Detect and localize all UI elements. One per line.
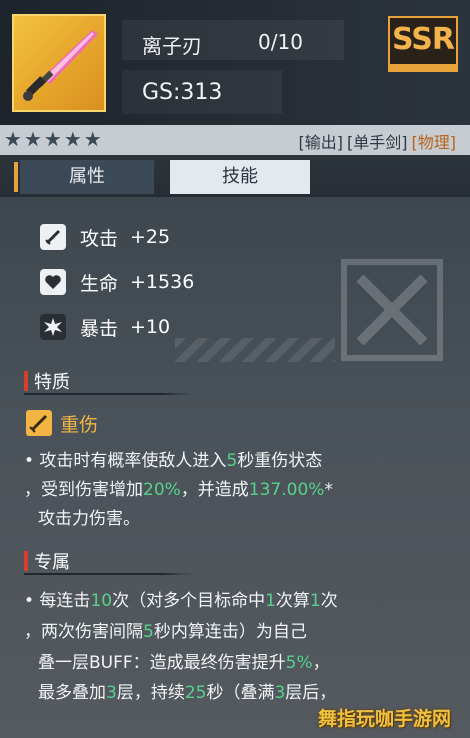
stat-crit: 暴击 +10 — [40, 312, 170, 342]
tab-skills[interactable]: 技能 — [170, 160, 310, 194]
star-icon: ★ — [43, 127, 62, 151]
item-portrait — [12, 14, 106, 112]
star-rating: ★ ★ ★ ★ ★ — [4, 128, 102, 150]
stat-value: +25 — [130, 226, 171, 248]
section-trait: 特质 — [24, 368, 194, 395]
tab-attributes[interactable]: 属性 — [20, 160, 154, 194]
item-name: 离子刃 — [142, 34, 202, 58]
burst-icon — [40, 314, 66, 340]
blade-icon — [23, 30, 98, 101]
tag-damage-type: [物理] — [411, 133, 457, 152]
star-icon: ★ — [23, 127, 42, 151]
exclusive-desc-line: 叠一层BUFF：造成最终伤害提升5%， — [38, 653, 330, 673]
section-exclusive: 专属 — [24, 548, 194, 575]
trait-name: 重伤 — [60, 414, 99, 436]
trait-desc-line: 攻击力伤害。 — [38, 509, 140, 529]
stat-value: +10 — [130, 316, 171, 338]
heart-icon — [40, 269, 66, 295]
exclusive-desc-line: • 每连击10次（对多个目标命中1次算1次 — [24, 591, 338, 611]
star-icon: ★ — [83, 127, 102, 151]
weapon-tags: [输出] [单手剑] [物理] — [299, 129, 457, 153]
emblem-watermark-icon — [341, 259, 443, 361]
stat-label: 暴击 — [80, 317, 119, 340]
trait-sword-icon — [26, 410, 52, 436]
trait-desc-line: ，受到伤害增加20%，并造成137.00%* — [24, 480, 333, 500]
star-icon: ★ — [63, 127, 82, 151]
tab-accent — [14, 162, 18, 192]
trait-desc-line: • 攻击时有概率使敌人进入5秒重伤状态 — [24, 451, 323, 471]
rarity-underline — [388, 66, 458, 72]
stat-label: 攻击 — [80, 227, 119, 250]
rarity-badge: SSR — [388, 16, 458, 66]
tag-weapon-type: [单手剑] — [347, 133, 408, 152]
stat-health: 生命 +1536 — [40, 267, 194, 297]
site-watermark: 舞指玩咖手游网 — [318, 708, 452, 730]
star-icon: ★ — [4, 127, 22, 151]
gear-score: GS:313 — [142, 80, 223, 105]
exclusive-desc-line: ，两次伤害间隔5秒内算连击）为自己 — [24, 622, 307, 642]
section-title: 专属 — [34, 552, 70, 573]
sword-icon — [40, 224, 66, 250]
section-title: 特质 — [34, 372, 70, 393]
rarity-label: SSR — [392, 22, 455, 57]
stat-label: 生命 — [80, 272, 119, 295]
stat-value: +1536 — [130, 271, 195, 293]
item-level: 0/10 — [258, 30, 303, 54]
stat-attack: 攻击 +25 — [40, 222, 170, 252]
tag-role: [输出] — [298, 133, 344, 152]
exclusive-desc-line: 最多叠加3层，持续25秒（叠满3层后， — [38, 683, 337, 703]
decorative-stripes — [175, 338, 335, 362]
